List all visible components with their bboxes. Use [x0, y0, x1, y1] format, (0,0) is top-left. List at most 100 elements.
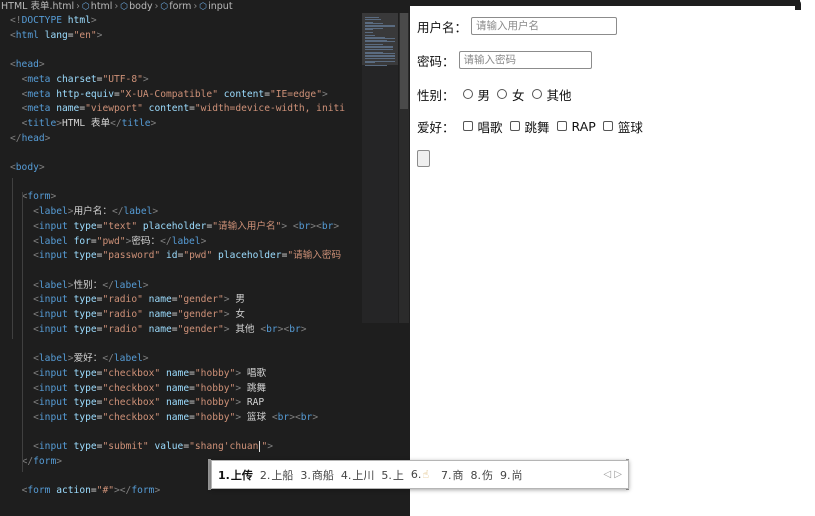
code-line[interactable]: <input type="checkbox" name="hobby"> 篮球 … — [0, 411, 362, 426]
code-token: meta — [27, 73, 51, 85]
hand-pointer-icon: ☝ — [422, 468, 430, 481]
code-line[interactable]: <!DOCTYPE html> — [0, 14, 362, 29]
code-line[interactable]: <title>HTML 表单</title> — [0, 117, 362, 132]
ime-candidate[interactable]: 7.商 — [441, 467, 464, 483]
gender-radio-male[interactable] — [462, 89, 473, 99]
code-line[interactable]: <input type="checkbox" name="hobby"> RAP — [0, 396, 362, 411]
code-token: </ — [102, 279, 114, 291]
code-token: "width=device-width, initi — [194, 103, 346, 115]
breadcrumb-item-input[interactable]: input — [208, 1, 232, 12]
hobby-checkbox-basketball[interactable] — [602, 121, 613, 131]
code-token: name — [148, 309, 172, 320]
ime-candidate[interactable]: 1.上传 — [218, 467, 253, 483]
code-token: > — [38, 59, 45, 71]
code-line[interactable]: <head> — [0, 58, 362, 73]
ime-candidate[interactable]: 8.伤 — [471, 467, 494, 483]
editor-scrollbar[interactable] — [399, 13, 409, 323]
code-token: > — [38, 162, 45, 173]
hobby-option-label: 篮球 — [617, 119, 643, 135]
code-token: "pwd" — [96, 235, 126, 247]
code-token: "checkbox" — [102, 382, 161, 394]
code-line[interactable]: <input type="checkbox" name="hobby"> 跳舞 — [0, 382, 362, 397]
ime-candidate-number: 3. — [300, 468, 311, 482]
code-token: name — [148, 323, 172, 335]
code-line[interactable]: <input type="checkbox" name="hobby"> 唱歌 — [0, 367, 362, 382]
ime-candidate-text: 商船 — [311, 468, 334, 482]
code-token: form — [131, 485, 155, 497]
code-token: 性别： — [73, 279, 103, 291]
code-line[interactable]: <form> — [0, 190, 362, 205]
code-line[interactable]: <label>用户名：</label> — [0, 205, 362, 220]
gender-radio-female[interactable] — [497, 89, 508, 99]
code-line[interactable] — [0, 146, 362, 161]
ime-page-arrows[interactable]: ◁ ▷ — [603, 469, 622, 480]
minimap-line — [365, 29, 373, 30]
code-token: </ — [111, 206, 124, 218]
code-line[interactable]: <input type="radio" name="gender"> 女 — [0, 308, 362, 323]
code-token: "submit" — [102, 441, 149, 453]
ime-candidate-text: 上川 — [352, 468, 375, 482]
username-input[interactable]: 请输入用户名 — [471, 17, 618, 35]
hobby-checkbox-sing[interactable] — [462, 121, 473, 131]
breadcrumb-file[interactable]: HTML 表单.html — [1, 1, 74, 12]
code-line[interactable] — [0, 264, 362, 279]
code-line[interactable]: <meta http-equiv="X-UA-Compatible" conte… — [0, 88, 362, 103]
minimap-line — [365, 18, 381, 20]
gender-radio-other[interactable] — [531, 89, 542, 99]
password-input[interactable]: 请输入密码 — [458, 51, 592, 69]
ime-candidate-number: 8. — [470, 468, 482, 482]
code-token: > — [300, 323, 307, 335]
hobby-checkbox-rap[interactable] — [556, 121, 567, 131]
code-token: name — [56, 103, 80, 115]
submit-button[interactable] — [417, 150, 430, 167]
code-line[interactable]: </head> — [0, 132, 362, 147]
code-line[interactable]: <label>爱好：</label> — [0, 352, 362, 367]
ime-candidate[interactable]: 5.上 — [381, 467, 404, 483]
code-line[interactable]: <input type="text" placeholder="请输入用户名">… — [0, 220, 362, 235]
minimap[interactable] — [362, 13, 398, 323]
code-line[interactable]: <input type="radio" name="gender"> 男 — [0, 293, 362, 308]
code-line[interactable]: <input type="submit" value="shang'chuan "… — [0, 440, 362, 455]
code-editor[interactable]: HTML 表单.html › ⬡html › ⬡body › ⬡form › ⬡input <!… — [0, 0, 410, 516]
code-token: "hobby" — [194, 382, 236, 394]
hobby-checkbox-dance[interactable] — [509, 121, 520, 131]
code-line[interactable]: <meta charset="UTF-8"> — [0, 73, 362, 88]
breadcrumb-item-body[interactable]: body — [129, 1, 153, 12]
ime-candidate[interactable]: 9.尚 — [500, 467, 523, 483]
code-token: DOCTYPE — [21, 15, 62, 26]
code-line[interactable] — [0, 337, 362, 352]
ime-candidate[interactable]: 4.上川 — [341, 467, 375, 483]
cube-icon: ⬡ — [199, 2, 208, 12]
ime-candidate[interactable]: 6.☝ — [411, 468, 434, 481]
scrollbar-thumb[interactable] — [400, 13, 408, 109]
code-token: placeholder — [218, 250, 282, 262]
code-line[interactable]: <body> — [0, 161, 362, 176]
code-line[interactable]: <html lang="en"> — [0, 29, 362, 44]
ime-candidate-text: 上传 — [230, 468, 253, 482]
code-token: name — [166, 411, 190, 423]
hobby-option-label: 唱歌 — [477, 119, 503, 135]
code-token: "radio" — [102, 309, 143, 320]
code-token: 密码： — [131, 235, 161, 247]
code-line[interactable] — [0, 426, 362, 441]
code-line[interactable]: <input type="radio" name="gender"> 其他 <b… — [0, 323, 362, 338]
ime-candidate[interactable]: 3.商船 — [300, 467, 334, 483]
code-token: "password" — [102, 250, 161, 262]
code-token: br — [300, 411, 313, 423]
code-line[interactable] — [0, 176, 362, 191]
code-line[interactable]: <meta name="viewport" content="width=dev… — [0, 102, 362, 117]
breadcrumb-item-html[interactable]: html — [91, 1, 113, 12]
code-line[interactable]: <label>性别：</label> — [0, 279, 362, 294]
ime-candidate[interactable]: 2.上船 — [260, 467, 294, 483]
code-area[interactable]: <!DOCTYPE html> <html lang="en"> <head> <m… — [0, 14, 362, 516]
code-token: > — [333, 220, 340, 232]
code-line[interactable]: <input type="password" id="pwd" placehol… — [0, 249, 362, 264]
cube-icon: ⬡ — [120, 2, 129, 12]
ime-candidate-text: 上 — [392, 468, 404, 482]
code-line[interactable]: <label for="pwd">密码：</label> — [0, 235, 362, 250]
chevron-right-icon: › — [114, 1, 119, 12]
breadcrumb-item-form[interactable]: form — [169, 1, 191, 12]
code-line[interactable] — [0, 43, 362, 58]
